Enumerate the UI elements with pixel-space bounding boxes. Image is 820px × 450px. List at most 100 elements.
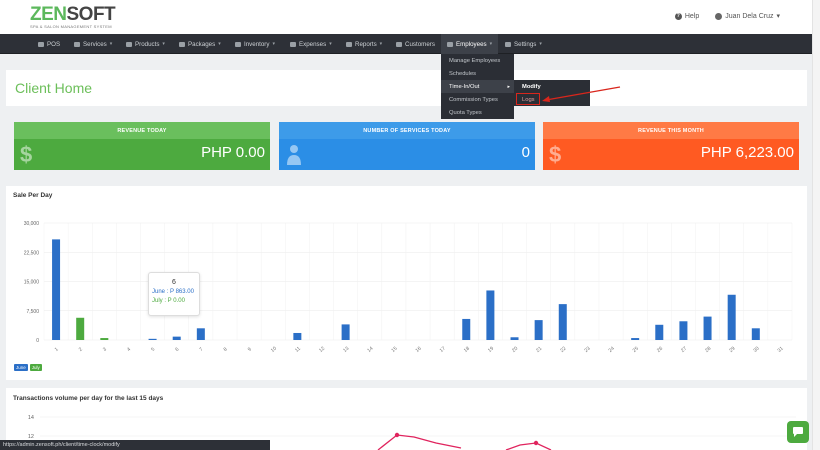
bar-june-day-25 — [631, 338, 640, 340]
x-tick-label: 10 — [270, 346, 278, 354]
chevron-down-icon: ▾ — [162, 41, 165, 47]
x-tick-label: 9 — [247, 346, 253, 353]
sale-per-day-chart: 30,00022,50015,0007,50001 2 3 4 5 6 7 8 9 10 11 12 1… — [24, 221, 793, 354]
x-tick-label: 13 — [342, 346, 350, 354]
x-tick-label: 2 — [78, 346, 84, 353]
menu-item-schedules[interactable]: Schedules — [441, 67, 514, 80]
card-value: PHP 0.00 — [201, 144, 265, 161]
tooltip-title: 6 — [172, 279, 176, 286]
highlight-box — [516, 93, 540, 105]
main-nav: POS Services ▾ Products ▾ Packages ▾ Invent… — [0, 34, 820, 54]
legend-june[interactable]: June — [14, 364, 28, 371]
chevron-down-icon: ▾ — [218, 41, 221, 47]
dollar-icon: $ — [549, 142, 562, 167]
chevron-down-icon: ▾ — [776, 13, 780, 20]
bar-june-day-11 — [293, 332, 302, 340]
sale-per-day-panel: Sale Per Day 30,000 22,500 15,000 7,500 0 1 2 3… — [6, 186, 807, 380]
nav-item-expenses[interactable]: Expenses ▾ — [290, 34, 332, 54]
legend-july[interactable]: July — [29, 364, 42, 371]
help-link[interactable]: ? Help — [674, 12, 700, 20]
chart-tooltip: 6 June : P 863.00 July : P 0.00 — [148, 272, 200, 316]
x-tick-label: 22 — [559, 346, 567, 354]
packages-icon — [179, 41, 185, 47]
x-tick-label: 24 — [608, 346, 616, 354]
nav-item-customers[interactable]: Customers — [396, 34, 435, 54]
x-tick-label: 19 — [487, 346, 495, 354]
revenue-today-card: REVENUE TODAY $ PHP 0.00 — [14, 122, 270, 170]
menu-item-commission-types[interactable]: Commission Types — [441, 93, 514, 106]
nav-item-pos[interactable]: POS — [38, 34, 60, 54]
x-tick-label: 17 — [439, 346, 447, 354]
nav-item-services[interactable]: Services ▾ — [74, 34, 112, 54]
x-tick-label: 12 — [318, 346, 326, 354]
gear-icon — [505, 41, 511, 47]
help-label: Help — [684, 12, 700, 20]
x-tick-label: 15 — [390, 346, 398, 354]
nav-item-products[interactable]: Products ▾ — [126, 34, 165, 54]
revenue-month-card: REVENUE THIS MONTH $ PHP 6,223.00 — [543, 122, 799, 170]
x-tick-label: 4 — [126, 346, 132, 353]
bar-june-day-6 — [172, 336, 181, 340]
help-icon: ? — [674, 12, 682, 20]
chart-legend: June July — [14, 364, 42, 371]
pos-icon — [38, 41, 44, 47]
x-tick-label: 6 — [174, 346, 180, 353]
card-value: PHP 6,223.00 — [700, 144, 794, 161]
chevron-right-icon: ▸ — [507, 83, 510, 90]
x-tick-label: 21 — [535, 346, 543, 354]
x-tick-label: 23 — [583, 346, 591, 354]
x-tick-label: 29 — [728, 346, 736, 354]
bar-june-day-7 — [196, 328, 205, 340]
menu-item-time-in-out[interactable]: Time-In/Out ▸ — [441, 80, 514, 93]
card-label: REVENUE TODAY — [14, 122, 270, 139]
x-tick-label: 25 — [632, 346, 640, 354]
logo-text-soft: SOFT — [66, 4, 116, 25]
bar-june-day-5 — [148, 338, 157, 340]
chevron-down-icon: ▾ — [329, 41, 332, 47]
zensoft-logo[interactable]: ZENSOFT SPA & SALON MANAGEMENT SYSTEM — [30, 4, 116, 29]
x-tick-label: 20 — [511, 346, 519, 354]
x-tick-label: 1 — [54, 346, 60, 353]
services-today-card: NUMBER OF SERVICES TODAY 0 — [279, 122, 535, 170]
nav-item-reports[interactable]: Reports ▾ — [346, 34, 382, 54]
chevron-down-icon: ▾ — [379, 41, 383, 47]
bar-june-day-19 — [486, 290, 495, 340]
x-tick-label: 28 — [704, 346, 712, 354]
menu-item-manage-employees[interactable]: Manage Employees — [441, 54, 514, 67]
inventory-icon — [235, 41, 241, 47]
nav-item-settings[interactable]: Settings ▾ — [505, 34, 542, 54]
bar-june-day-28 — [703, 316, 712, 340]
logo-text-zen: ZEN — [30, 4, 67, 25]
y-tick-label: 7,500 — [26, 309, 39, 315]
nav-item-inventory[interactable]: Inventory ▾ — [235, 34, 275, 54]
red-annotation-arrow — [542, 86, 621, 102]
bar-july-day-3 — [100, 338, 109, 340]
menu-item-quota-types[interactable]: Quota Types — [441, 106, 514, 119]
user-menu[interactable]: Juan Dela Cruz ▾ — [715, 12, 780, 20]
chevron-down-icon: ▾ — [272, 41, 275, 47]
y-tick-label: 14 — [28, 415, 34, 421]
data-point — [533, 440, 539, 446]
chevron-down-icon: ▾ — [539, 41, 542, 47]
bar-june-day-27 — [679, 321, 688, 340]
nav-item-packages[interactable]: Packages ▾ — [179, 34, 221, 54]
card-label: NUMBER OF SERVICES TODAY — [279, 122, 535, 139]
bar-june-day-21 — [534, 320, 543, 340]
expenses-icon — [290, 41, 296, 47]
y-tick-label: 15,000 — [24, 280, 40, 286]
x-tick-label: 16 — [415, 346, 423, 354]
cart-icon — [126, 41, 132, 47]
chevron-down-icon: ▾ — [109, 41, 113, 47]
logo-tagline: SPA & SALON MANAGEMENT SYSTEM — [30, 24, 112, 29]
user-name: Juan Dela Cruz — [725, 12, 774, 20]
x-tick-label: 26 — [656, 346, 664, 354]
person-icon — [287, 145, 301, 165]
bar-june-day-18 — [462, 318, 471, 340]
page-scrollbar[interactable] — [812, 0, 820, 450]
x-tick-label: 31 — [777, 346, 785, 354]
nav-item-employees[interactable]: Employees ▾ — [441, 34, 499, 54]
page-title: Client Home — [15, 80, 93, 96]
y-tick-label: 22,500 — [24, 250, 40, 256]
chat-button[interactable] — [787, 421, 809, 443]
user-icon — [715, 12, 723, 20]
